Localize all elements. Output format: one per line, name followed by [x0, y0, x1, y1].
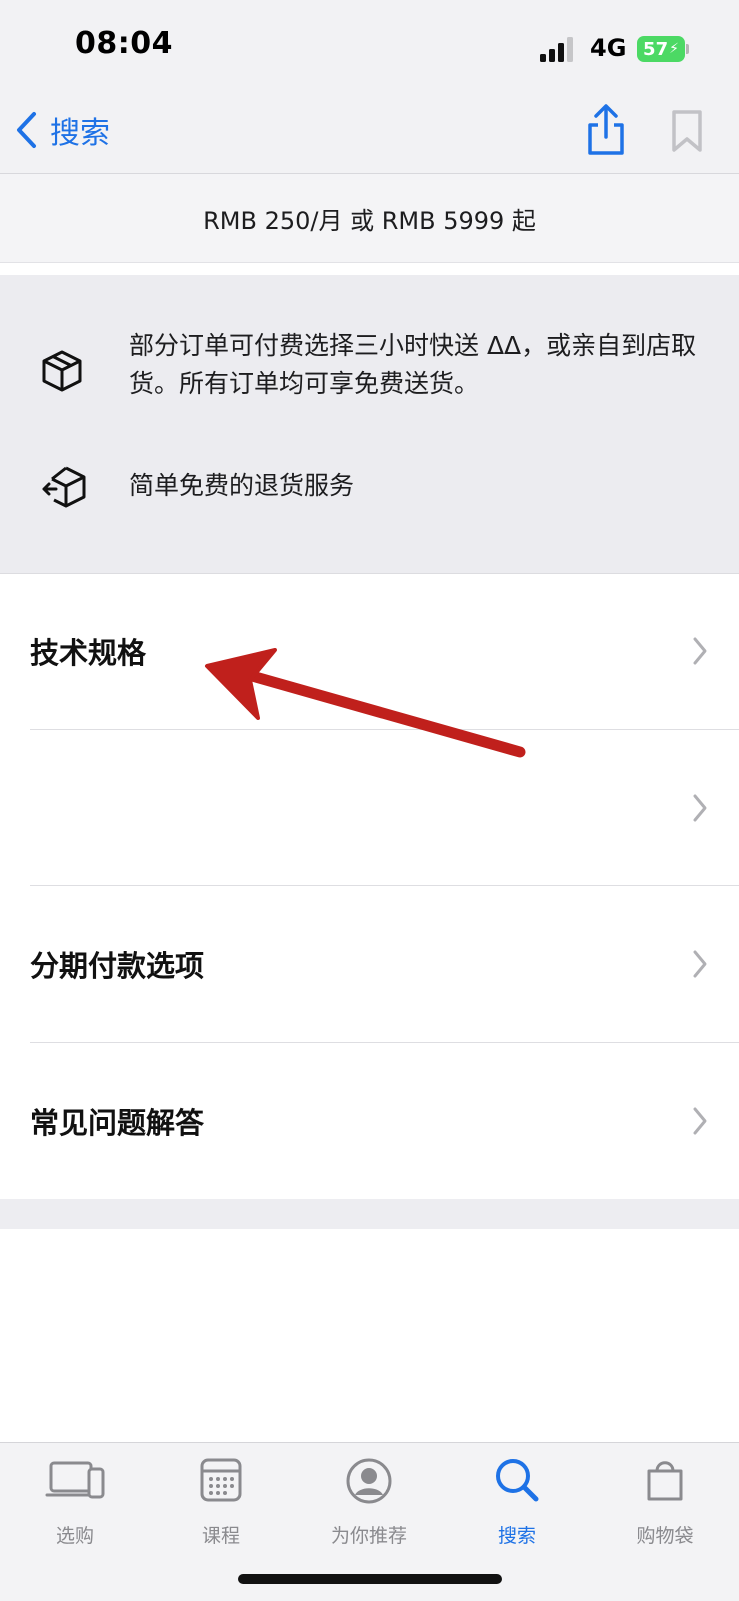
battery-indicator: 57 ⚡: [637, 36, 685, 62]
chevron-right-icon: [693, 794, 707, 822]
list-item-tech-specs[interactable]: 技术规格: [0, 573, 739, 729]
delivery-info: 部分订单可付费选择三小时快送 ΔΔ，或亲自到店取货。所有订单均可享免费送货。 简…: [0, 275, 739, 574]
share-icon[interactable]: [584, 103, 628, 157]
tab-search[interactable]: 搜索: [462, 1457, 572, 1557]
delivery-text-shipping: 部分订单可付费选择三小时快送 ΔΔ，或亲自到店取货。所有订单均可享免费送货。: [129, 331, 697, 398]
devices-icon: [45, 1461, 105, 1499]
chevron-right-icon: [693, 1107, 707, 1135]
list-item-blank[interactable]: [0, 730, 739, 886]
price-line: RMB 250/月 或 RMB 5999 起: [0, 174, 739, 263]
chevron-right-icon: [693, 637, 707, 665]
tab-label: 为你推荐: [330, 1525, 407, 1547]
tab-shop[interactable]: 选购: [20, 1457, 130, 1557]
chevron-right-icon: [693, 950, 707, 978]
return-box-icon: [42, 466, 86, 508]
bookmark-icon[interactable]: [670, 109, 704, 153]
calendar-icon: [200, 1458, 242, 1502]
back-button[interactable]: 搜索: [14, 105, 110, 155]
status-bar: 08:04 4G 57 ⚡: [0, 0, 739, 95]
section-footer: [0, 1199, 739, 1229]
list-item-installment[interactable]: 分期付款选项: [0, 886, 739, 1042]
network-type: 4G: [590, 34, 627, 62]
profile-icon: [346, 1458, 392, 1504]
box-icon: [42, 350, 82, 392]
navigation-bar: 搜索: [0, 95, 739, 174]
battery-cap: [686, 44, 689, 54]
tab-sessions[interactable]: 课程: [166, 1457, 276, 1557]
back-label: 搜索: [50, 116, 110, 151]
list-item-label: 分期付款选项: [30, 949, 205, 983]
tab-label: 购物袋: [636, 1525, 694, 1547]
tab-label: 搜索: [497, 1525, 536, 1547]
status-time: 08:04: [75, 26, 173, 61]
list-item-faq[interactable]: 常见问题解答: [0, 1043, 739, 1199]
list-item-label: 技术规格: [30, 636, 147, 670]
list-item-label: 常见问题解答: [30, 1106, 205, 1140]
signal-icon: [540, 37, 573, 62]
chevron-left-icon: [17, 112, 36, 148]
delivery-text-returns: 简单免费的退货服务: [129, 471, 355, 500]
tab-for-you[interactable]: 为你推荐: [314, 1457, 424, 1557]
tab-label: 选购: [55, 1525, 94, 1547]
battery-level: 57: [643, 38, 669, 60]
tab-bag[interactable]: 购物袋: [610, 1457, 720, 1557]
charging-icon: ⚡: [669, 41, 679, 57]
bag-icon: [647, 1461, 683, 1501]
search-icon: [496, 1459, 539, 1502]
tab-label: 课程: [201, 1525, 240, 1547]
home-indicator[interactable]: [238, 1574, 502, 1584]
